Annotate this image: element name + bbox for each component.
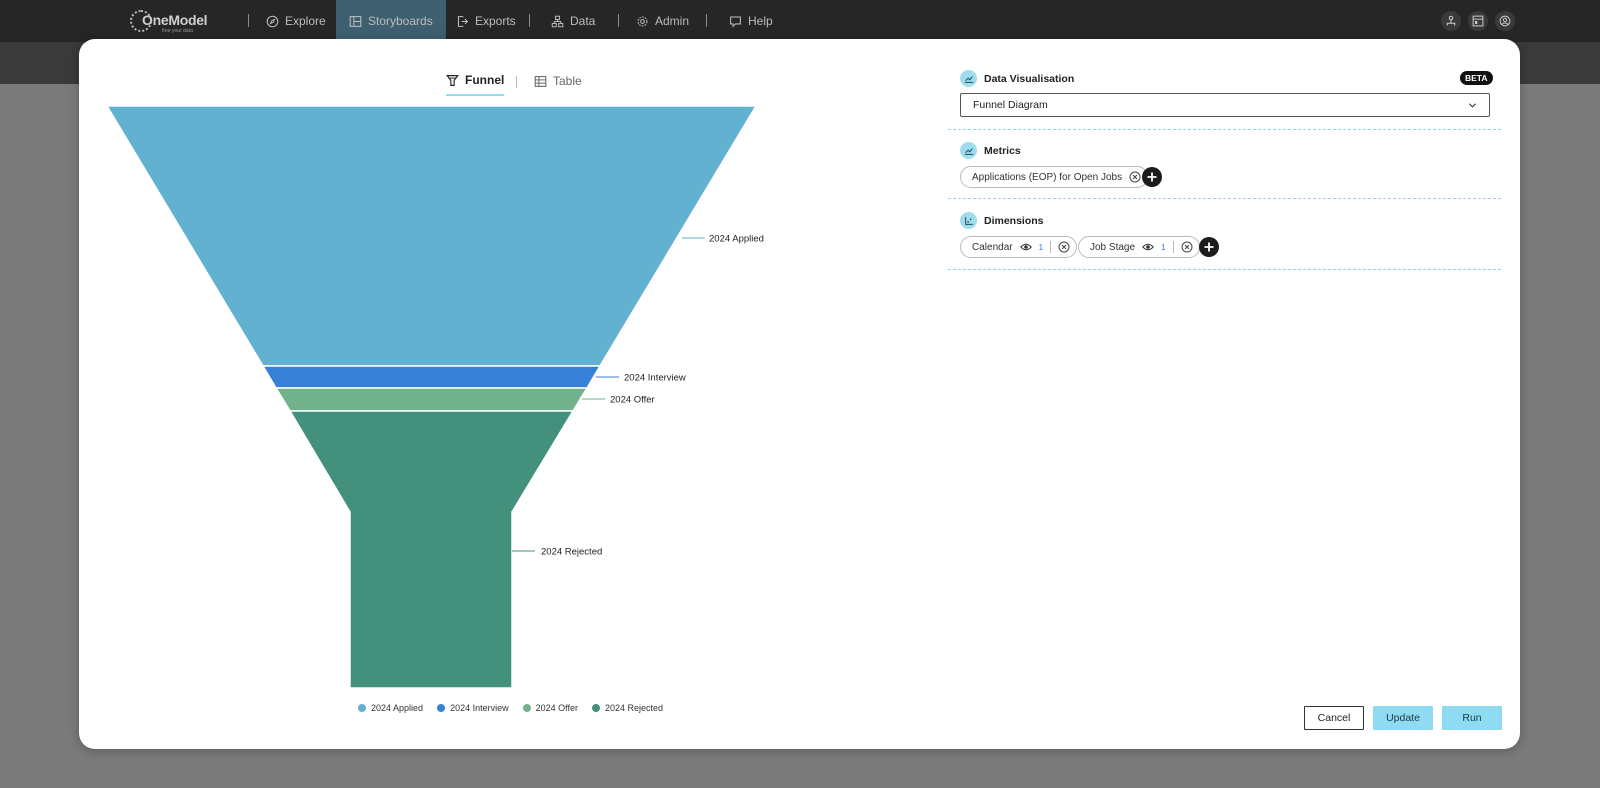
data-icon [551,15,564,27]
tab-funnel-label: Funnel [465,73,505,87]
funnel-segment-2024-applied[interactable] [105,105,758,367]
add-metric-button[interactable] [1142,167,1162,187]
run-button[interactable]: Run [1442,706,1502,730]
table-icon [534,75,547,87]
legend-label: 2024 Interview [450,703,509,713]
metrics-icon [960,142,977,159]
legend-label: 2024 Rejected [604,703,664,713]
nav-item-label: Admin [655,14,690,28]
remove-icon[interactable] [1129,171,1141,183]
help-icon [730,16,741,28]
chart-icon [960,70,977,87]
user-profile-icon[interactable] [1495,11,1515,31]
funnel-segment-2024-offer[interactable] [274,387,589,412]
dimension-chip-label: Calendar [972,241,1013,253]
dimension-chip-label: Job Stage [1090,241,1136,253]
add-dimension-button[interactable] [1199,237,1219,257]
funnel-stage-label: 2024 Applied [709,234,764,245]
chip-divider [1050,241,1052,253]
onemodel-logo[interactable]: OneModel free your data [130,6,210,36]
legend-swatch [358,704,366,712]
nav-item-help[interactable]: Help [729,0,773,42]
org-chart-icon[interactable] [1441,11,1461,31]
dimension-chip-job-stage[interactable]: Job Stage 1 [1078,236,1200,258]
nav-item-label: Explore [285,14,326,28]
legend-swatch [591,704,600,712]
chip-divider [1172,241,1174,253]
metrics-label: Metrics [984,144,1021,157]
nav-item-data[interactable]: Data [551,0,595,42]
eye-icon[interactable] [1142,241,1154,253]
top-navigation-bar: OneModel free your data Explore Storyboa… [0,0,1600,42]
funnel-segment-2024-rejected[interactable] [288,410,575,689]
legend-item[interactable]: 2024 Interview [437,703,509,713]
funnel-icon [446,74,459,86]
nav-item-label: Exports [475,14,516,28]
legend-swatch [437,704,446,712]
storyboard-icon [349,15,362,27]
chevron-down-icon [1468,103,1477,108]
plus-icon [1147,172,1157,182]
nav-item-explore[interactable]: Explore [266,0,326,42]
legend-label: 2024 Applied [371,703,424,713]
tab-table-label: Table [553,74,582,88]
cancel-button[interactable]: Cancel [1304,706,1364,730]
section-divider [948,269,1501,270]
data-visualisation-header: Data Visualisation [960,70,1074,87]
metrics-header: Metrics [960,142,1021,159]
dimensions-icon [960,212,977,229]
tab-funnel[interactable]: Funnel [446,66,505,96]
legend-item[interactable]: 2024 Offer [522,703,578,713]
metric-chip[interactable]: Applications (EOP) for Open Jobs [960,166,1149,188]
tab-divider [516,76,517,88]
section-divider [948,129,1501,130]
eye-icon[interactable] [1019,241,1032,253]
update-button[interactable]: Update [1373,706,1433,730]
export-icon [457,15,469,27]
nav-item-storyboards[interactable]: Storyboards [336,0,446,42]
legend-label: 2024 Offer [535,703,578,713]
metric-chip-label: Applications (EOP) for Open Jobs [972,171,1123,183]
tab-table[interactable]: Table [534,66,582,96]
plus-icon [1204,242,1214,252]
legend-item[interactable]: 2024 Rejected [591,703,664,713]
logo-text: OneModel [142,12,208,28]
nav-item-label: Data [570,14,596,28]
compass-icon [266,15,279,27]
gear-icon [637,16,648,26]
selected-visualisation: Funnel Diagram [973,99,1048,111]
nav-divider [529,14,530,27]
nav-divider [618,14,619,27]
dimension-count: 1 [1038,242,1044,252]
funnel-segment-2024-interview[interactable] [261,365,602,389]
dimensions-header: Dimensions [960,212,1044,229]
chart-legend: 2024 Applied 2024 Interview 2024 Offer 2024… [358,703,663,713]
visualisation-type-select[interactable]: Funnel Diagram [960,93,1490,117]
nav-item-label: Help [748,14,773,28]
funnel-chart: 2024 Applied 2024 Interview 2024 Offer 2024… [105,105,764,689]
dimension-chip-calendar[interactable]: Calendar 1 [960,236,1078,258]
logo-tagline: free your data [162,28,193,34]
nav-divider [706,14,707,27]
dashboard-icon[interactable] [1468,11,1488,31]
legend-item[interactable]: 2024 Applied [358,703,423,713]
dimensions-label: Dimensions [984,214,1044,227]
funnel-stage-label: 2024 Interview [624,373,686,384]
funnel-stage-label: 2024 Offer [610,395,655,406]
section-divider [948,198,1501,199]
nav-divider [248,14,249,27]
remove-icon[interactable] [1058,241,1070,253]
legend-swatch [522,704,531,712]
data-visualisation-label: Data Visualisation [984,72,1075,85]
beta-badge: BETA [1460,71,1493,85]
nav-item-exports[interactable]: Exports [456,0,516,42]
dimension-count: 1 [1161,242,1166,252]
nav-item-admin[interactable]: Admin [636,0,689,42]
remove-icon[interactable] [1181,241,1193,253]
nav-item-label: Storyboards [368,14,433,28]
funnel-stage-label: 2024 Rejected [541,547,602,558]
